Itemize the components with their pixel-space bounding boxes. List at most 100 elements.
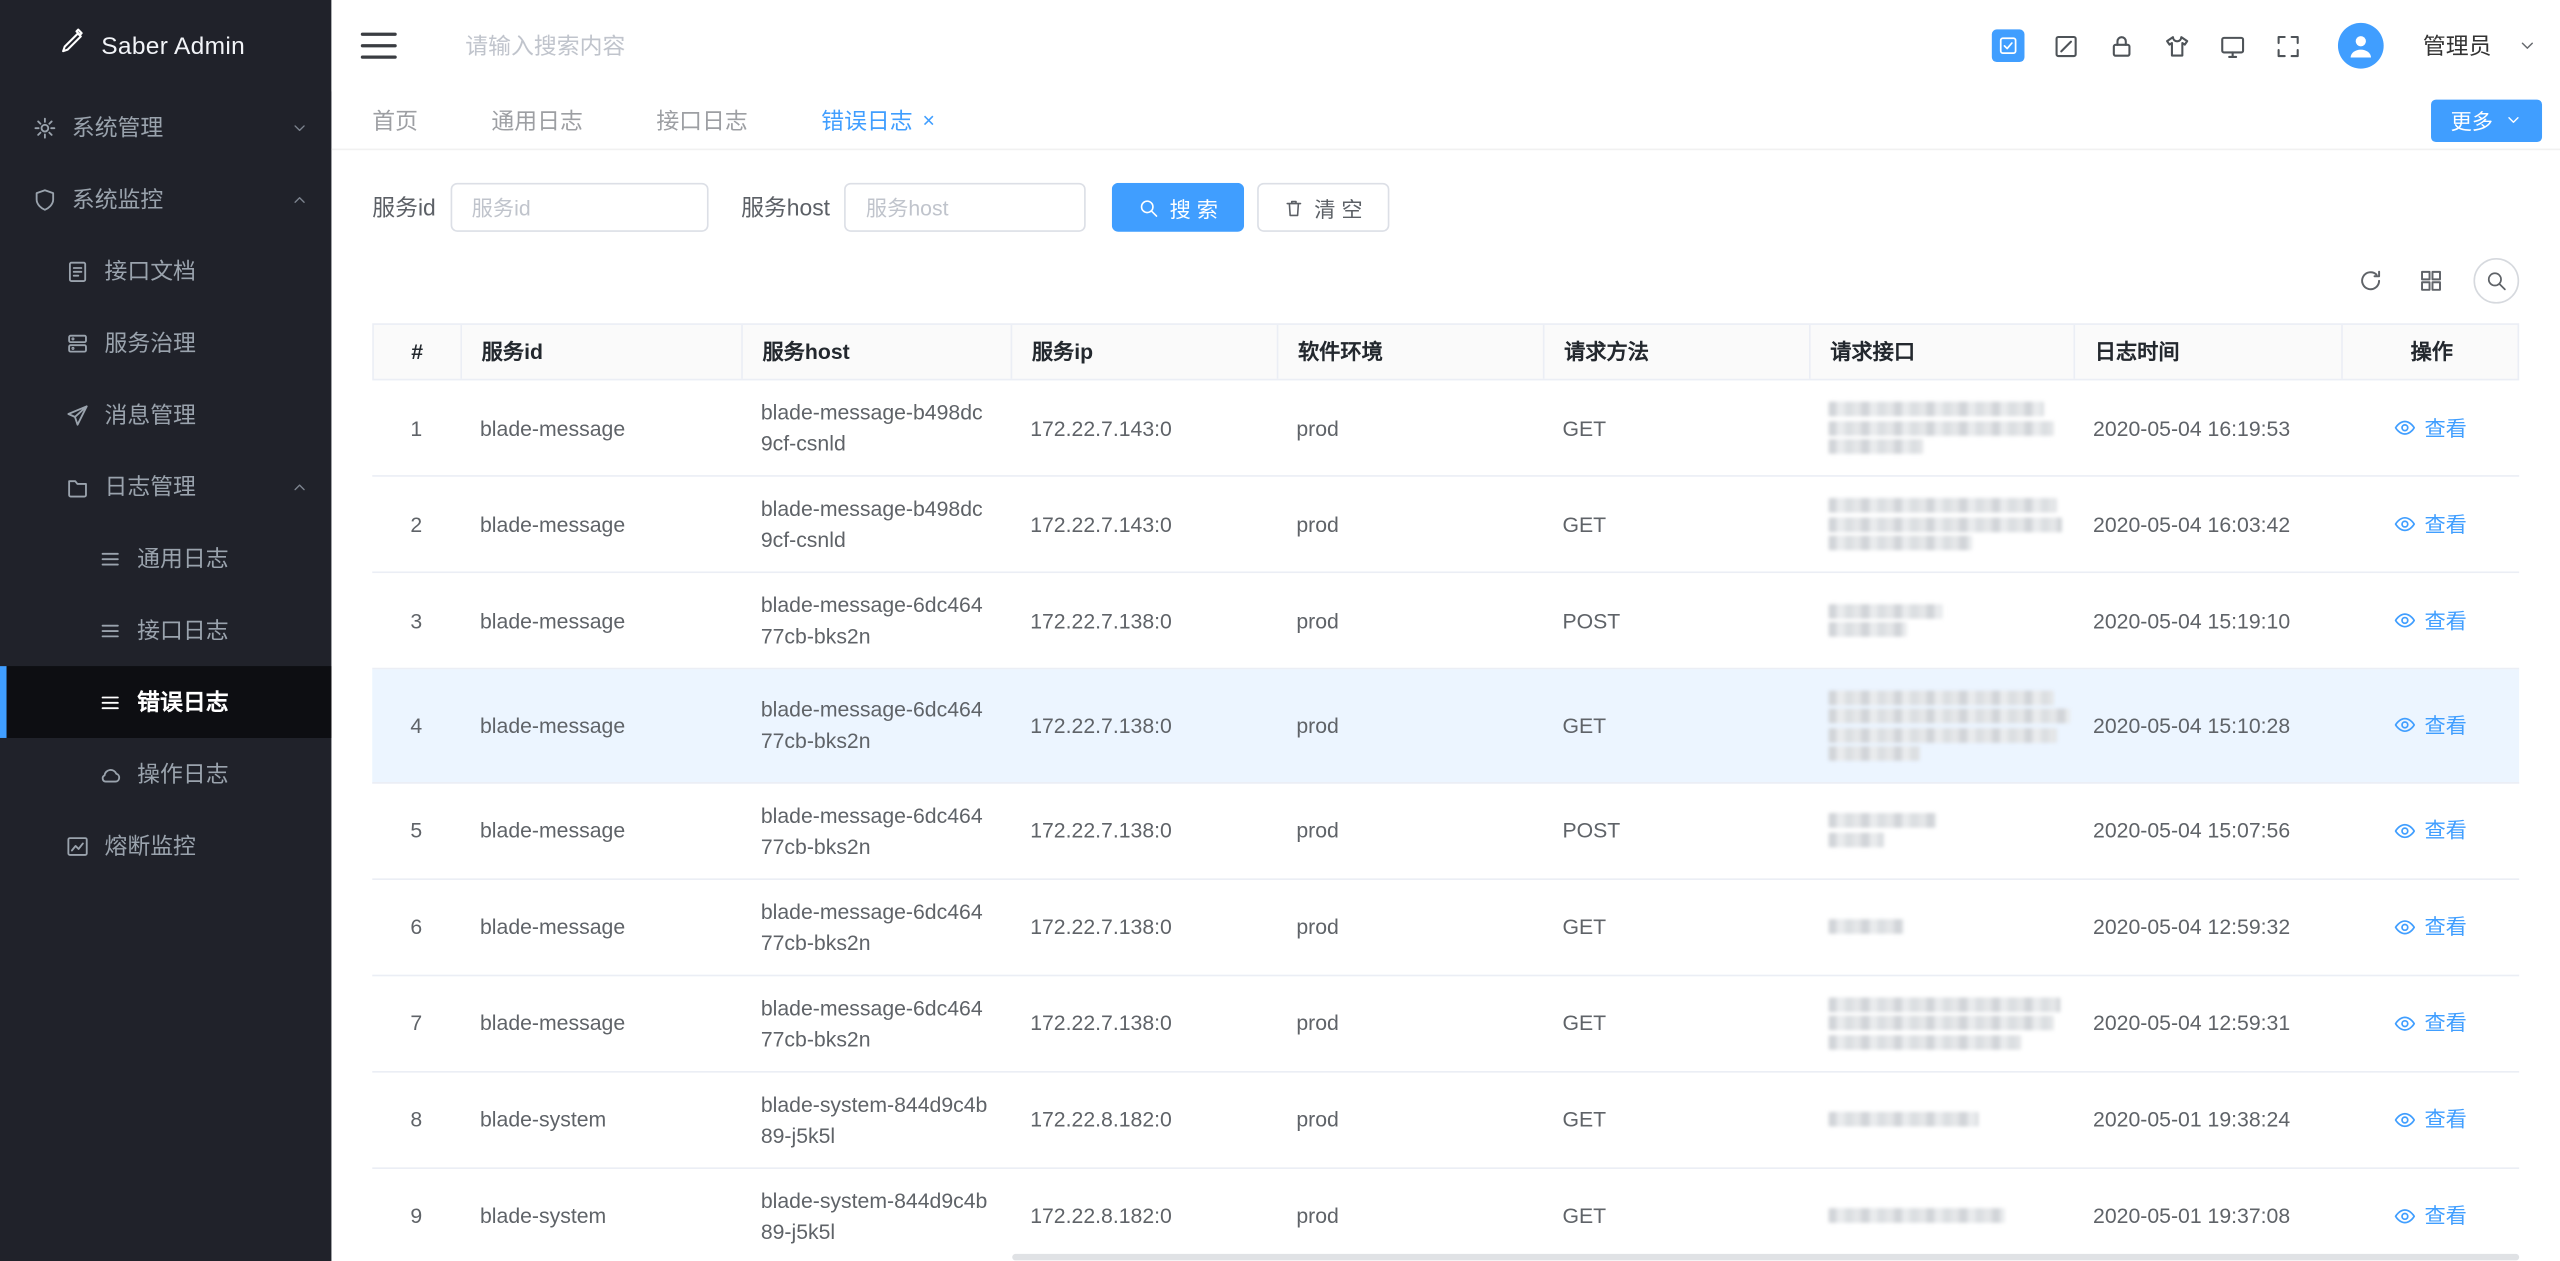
screenshot-icon[interactable] [2051, 31, 2080, 60]
column-header: 服务id [462, 325, 743, 379]
service-ip-cell: 172.22.8.182:0 [1011, 1168, 1277, 1261]
redacted-content [1829, 600, 2054, 642]
table-row[interactable]: 8blade-systemblade-system-844d9c4b89-j5k… [372, 1072, 2519, 1168]
eye-icon [2393, 1108, 2416, 1131]
sidebar-item-11[interactable]: 熔断监控 [0, 810, 331, 882]
table-row[interactable]: 3blade-messageblade-message-6dc46477cb-b… [372, 573, 2519, 669]
eye-icon [2393, 1011, 2416, 1034]
refresh-icon[interactable] [2353, 263, 2389, 299]
table-toolbar [372, 258, 2519, 304]
view-log-link[interactable]: 查看 [2393, 710, 2466, 741]
view-log-link[interactable]: 查看 [2393, 509, 2466, 540]
theme-icon[interactable] [2162, 31, 2191, 60]
view-link-label: 查看 [2424, 911, 2466, 942]
method-cell: GET [1543, 477, 1809, 572]
service-id-cell: blade-message [460, 879, 741, 974]
sidebar-item-1[interactable]: 系统管理 [0, 91, 331, 163]
table-row[interactable]: 2blade-messageblade-message-b498dc9cf-cs… [372, 477, 2519, 573]
sidebar-item-5[interactable]: 消息管理 [0, 379, 331, 451]
view-log-link[interactable]: 查看 [2393, 605, 2466, 636]
view-link-label: 查看 [2424, 710, 2466, 741]
fullscreen-icon[interactable] [2273, 31, 2302, 60]
sidebar-item-10[interactable]: 操作日志 [0, 738, 331, 810]
tab-3[interactable]: 接口日志 [656, 104, 747, 137]
sidebar-item-7[interactable]: 通用日志 [0, 522, 331, 594]
service-ip-cell: 172.22.8.182:0 [1011, 1072, 1277, 1167]
hamburger-menu-icon[interactable] [361, 33, 397, 59]
lock-icon[interactable] [2106, 31, 2135, 60]
view-log-link[interactable]: 查看 [2393, 815, 2466, 846]
service-id-input[interactable] [450, 183, 708, 232]
tab-2[interactable]: 通用日志 [491, 104, 582, 137]
toggle-search-icon[interactable] [2473, 258, 2519, 304]
sidebar-item-8[interactable]: 接口日志 [0, 594, 331, 666]
index-cell: 6 [372, 879, 460, 974]
tab-4[interactable]: 错误日志 × [821, 104, 935, 137]
user-chevron-down-icon[interactable] [2518, 36, 2538, 56]
sidebar-item-6[interactable]: 日志管理 [0, 451, 331, 523]
env-cell: prod [1277, 976, 1543, 1071]
table-row[interactable]: 5blade-messageblade-message-6dc46477cb-b… [372, 783, 2519, 879]
column-header: 软件环境 [1278, 325, 1544, 379]
username[interactable]: 管理员 [2423, 29, 2492, 62]
tab-label: 错误日志 [821, 104, 912, 137]
request-api-cell [1809, 1072, 2073, 1167]
view-log-link[interactable]: 查看 [2393, 1200, 2466, 1231]
view-log-link[interactable]: 查看 [2393, 412, 2466, 443]
column-header: 服务host [743, 325, 1012, 379]
search-button[interactable]: 搜 索 [1112, 183, 1244, 232]
sidebar-item-2[interactable]: 系统监控 [0, 163, 331, 235]
horizontal-scrollbar[interactable] [1012, 1253, 2519, 1260]
tab-1[interactable]: 首页 [372, 104, 418, 137]
sidebar-nav: 系统管理系统监控接口文档服务治理消息管理日志管理通用日志接口日志错误日志操作日志… [0, 91, 331, 881]
view-link-label: 查看 [2424, 509, 2466, 540]
view-log-link[interactable]: 查看 [2393, 1007, 2466, 1038]
table-row[interactable]: 9blade-systemblade-system-844d9c4b89-j5k… [372, 1168, 2519, 1261]
service-ip-cell: 172.22.7.138:0 [1011, 976, 1277, 1071]
sidebar-item-label: 通用日志 [137, 542, 308, 575]
service-host-cell: blade-message-6dc46477cb-bks2n [741, 976, 1010, 1071]
view-log-link[interactable]: 查看 [2393, 1104, 2466, 1135]
column-header: 操作 [2343, 325, 2521, 379]
more-button-label: 更多 [2451, 104, 2493, 135]
service-host-input[interactable] [845, 183, 1087, 232]
action-cell: 查看 [2341, 783, 2519, 878]
method-cell: GET [1543, 879, 1809, 974]
eye-icon [2393, 714, 2416, 737]
topbar-icons: 管理员 [1992, 23, 2537, 69]
more-button[interactable]: 更多 [2431, 99, 2542, 141]
log-time-cell: 2020-05-04 15:10:28 [2073, 669, 2341, 781]
action-cell: 查看 [2341, 669, 2519, 781]
sidebar-item-label: 错误日志 [137, 686, 308, 719]
log-time-cell: 2020-05-04 12:59:31 [2073, 976, 2341, 1071]
sidebar-item-9[interactable]: 错误日志 [0, 666, 331, 738]
index-cell: 2 [372, 477, 460, 572]
view-log-link[interactable]: 查看 [2393, 911, 2466, 942]
table-row[interactable]: 1blade-messageblade-message-b498dc9cf-cs… [372, 380, 2519, 476]
select-badge-icon[interactable] [1992, 29, 2025, 62]
view-link-label: 查看 [2424, 412, 2466, 443]
redacted-content [1829, 1108, 2054, 1131]
request-api-cell [1809, 783, 2073, 878]
monitor-icon[interactable] [2217, 31, 2246, 60]
sidebar-item-3[interactable]: 接口文档 [0, 235, 331, 307]
avatar[interactable] [2338, 23, 2384, 69]
tab-close-icon[interactable]: × [922, 109, 934, 130]
table-row[interactable]: 4blade-messageblade-message-6dc46477cb-b… [372, 669, 2519, 782]
chevron-up-icon [291, 478, 309, 496]
log-time-cell: 2020-05-04 16:03:42 [2073, 477, 2341, 572]
table-row[interactable]: 7blade-messageblade-message-6dc46477cb-b… [372, 976, 2519, 1072]
clear-button[interactable]: 清 空 [1257, 183, 1389, 232]
action-cell: 查看 [2341, 573, 2519, 668]
table-row[interactable]: 6blade-messageblade-message-6dc46477cb-b… [372, 879, 2519, 975]
document-icon [65, 259, 89, 283]
index-cell: 8 [372, 1072, 460, 1167]
global-search-input[interactable] [465, 33, 841, 59]
column-settings-icon[interactable] [2413, 263, 2449, 299]
redacted-content [1829, 809, 2054, 851]
view-link-label: 查看 [2424, 605, 2466, 636]
sidebar-item-4[interactable]: 服务治理 [0, 307, 331, 379]
env-cell: prod [1277, 1168, 1543, 1261]
log-time-cell: 2020-05-04 15:19:10 [2073, 573, 2341, 668]
eye-icon [2393, 819, 2416, 842]
